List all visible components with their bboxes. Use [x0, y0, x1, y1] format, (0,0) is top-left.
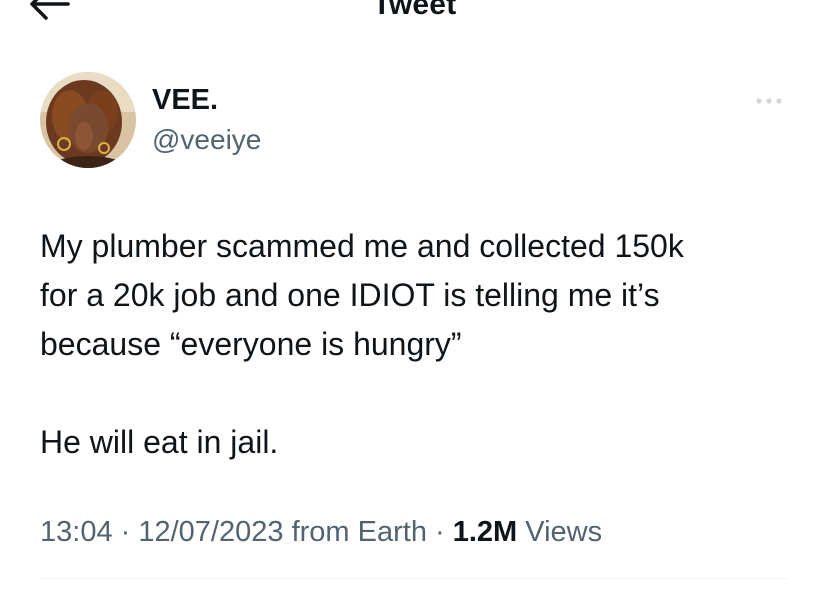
- avatar[interactable]: [40, 72, 136, 168]
- tweet-author: VEE. @veeiye: [40, 72, 800, 172]
- avatar-photo: [40, 72, 136, 168]
- more-horizontal-icon: [756, 98, 782, 104]
- author-display-name[interactable]: VEE.: [152, 84, 218, 117]
- tweet-text: My plumber scammed me and collected 150k…: [40, 222, 800, 467]
- tweet-time[interactable]: 13:04: [40, 516, 113, 548]
- tweet-meta: 13:04 · 12/07/2023 from Earth · 1.2M Vie…: [40, 516, 602, 549]
- views-count: 1.2M: [452, 516, 518, 548]
- meta-separator: ·: [112, 516, 139, 548]
- page-title: Tweet: [372, 0, 457, 21]
- tweet-detail-page: Tweet VEE. @veeiye My plumber scammed me…: [0, 0, 829, 598]
- views-label: Views: [517, 516, 603, 548]
- meta-separator: ·: [426, 516, 453, 548]
- tweet-date[interactable]: 12/07/2023: [138, 516, 283, 548]
- tweet-source: from Earth: [283, 516, 427, 548]
- tweet-paragraph: My plumber scammed me and collected 150k…: [40, 228, 684, 362]
- more-options-button[interactable]: [752, 88, 788, 114]
- top-bar: Tweet: [0, 0, 829, 30]
- author-handle[interactable]: @veeiye: [152, 124, 261, 156]
- tweet-paragraph: He will eat in jail.: [40, 424, 279, 460]
- divider: [40, 578, 788, 579]
